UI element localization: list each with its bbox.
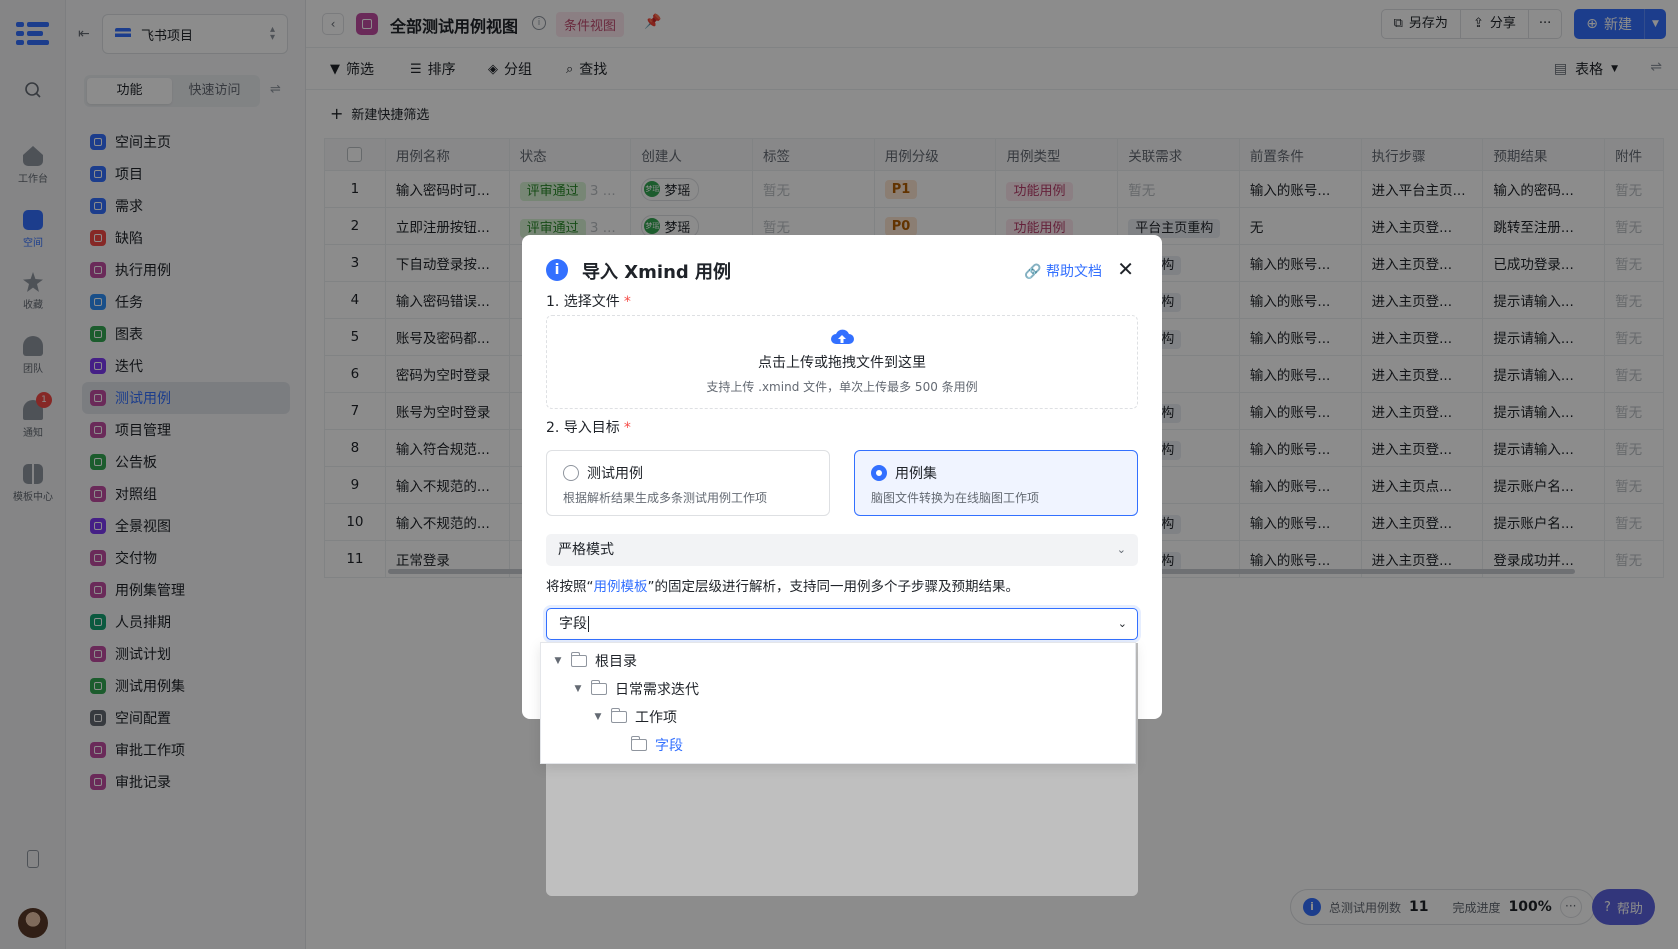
template-link[interactable]: 用例模板 [594,579,648,595]
parse-mode-select[interactable]: 严格模式 ⌄ [546,534,1138,566]
radio-testcase[interactable] [563,465,579,481]
option-caseset[interactable]: 用例集 脑图文件转换为在线脑图工作项 [854,450,1138,516]
parse-hint: 将按照“用例模板”的固定层级进行解析，支持同一用例多个子步骤及预期结果。 [546,579,1019,595]
radio-caseset[interactable] [871,465,887,481]
folder-icon [611,708,627,723]
tree-node[interactable]: 字段 [541,731,1135,759]
cloud-upload-icon [830,328,854,346]
folder-icon [571,652,587,667]
target-directory-input[interactable]: 字段 ⌄ [546,608,1138,640]
caret-down-icon[interactable]: ▼ [553,656,563,666]
tree-node[interactable]: ▼ 工作项 [541,703,1135,731]
caret-down-icon[interactable]: ▼ [573,684,583,694]
step1-label: 1. 选择文件 * [546,294,631,310]
option-testcase[interactable]: 测试用例 根据解析结果生成多条测试用例工作项 [546,450,830,516]
close-icon[interactable]: ✕ [1117,257,1134,281]
folder-icon [591,680,607,695]
chevron-down-icon: ⌄ [1116,543,1126,556]
tree-node[interactable]: ▼ 根目录 [541,647,1135,675]
file-dropzone[interactable]: 点击上传或拖拽文件到这里 支持上传 .xmind 文件，单次上传最多 500 条… [546,315,1138,409]
step2-label: 2. 导入目标 * [546,420,631,436]
upload-main-text: 点击上传或拖拽文件到这里 [758,355,926,371]
info-icon: i [546,259,568,281]
dialog-title: 导入 Xmind 用例 [582,262,732,283]
tree-node[interactable]: ▼ 日常需求迭代 [541,675,1135,703]
directory-tree: ▼ 根目录 ▼ 日常需求迭代 ▼ 工作项 字段 [540,642,1136,764]
upload-sub-text: 支持上传 .xmind 文件，单次上传最多 500 条用例 [706,380,978,394]
caret-down-icon[interactable]: ▼ [593,712,603,722]
link-icon: 🔗 [1024,264,1042,280]
folder-icon [631,736,647,751]
help-doc-link[interactable]: 🔗 帮助文档 [1024,261,1102,281]
chevron-down-icon: ⌄ [1117,617,1127,630]
